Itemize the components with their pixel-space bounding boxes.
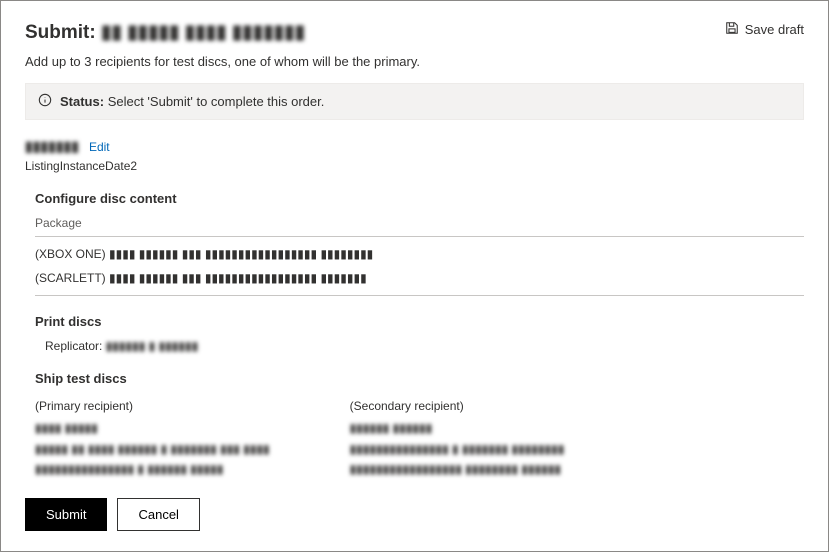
primary-name: ▮▮▮▮ ▮▮▮▮▮	[35, 418, 270, 438]
print-section: Print discs Replicator: ▮▮▮▮▮▮ ▮ ▮▮▮▮▮▮	[35, 314, 804, 353]
secondary-recipient: (Secondary recipient) ▮▮▮▮▮▮ ▮▮▮▮▮▮ ▮▮▮▮…	[350, 396, 565, 480]
divider	[35, 295, 804, 296]
save-draft-label: Save draft	[745, 22, 804, 37]
configure-section: Configure disc content Package (XBOX ONE…	[35, 191, 804, 296]
replicator-label: Replicator:	[45, 339, 102, 353]
primary-recipient: (Primary recipient) ▮▮▮▮ ▮▮▮▮▮ ▮▮▮▮▮ ▮▮ …	[35, 396, 270, 480]
secondary-contact: ▮▮▮▮▮▮▮▮▮▮▮▮▮▮▮▮▮ ▮▮▮▮▮▮▮▮ ▮▮▮▮▮▮	[350, 459, 565, 479]
configure-title: Configure disc content	[35, 191, 804, 206]
ship-section: Ship test discs (Primary recipient) ▮▮▮▮…	[35, 371, 804, 480]
cancel-button[interactable]: Cancel	[117, 498, 199, 531]
package-row: (SCARLETT) ▮▮▮▮ ▮▮▮▮▮▮ ▮▮▮ ▮▮▮▮▮▮▮▮▮▮▮▮▮…	[35, 271, 804, 285]
status-text: Select 'Submit' to complete this order.	[108, 94, 325, 109]
listing-name: ▮▮▮▮▮▮▮	[25, 138, 79, 155]
listing-date: ListingInstanceDate2	[25, 159, 804, 173]
page-subtitle: Add up to 3 recipients for test discs, o…	[25, 54, 804, 69]
status-label: Status:	[60, 94, 104, 109]
primary-address: ▮▮▮▮▮ ▮▮ ▮▮▮▮ ▮▮▮▮▮▮ ▮ ▮▮▮▮▮▮▮ ▮▮▮ ▮▮▮▮	[35, 439, 270, 459]
primary-label: (Primary recipient)	[35, 396, 270, 416]
status-bar: Status: Select 'Submit' to complete this…	[25, 83, 804, 120]
primary-contact: ▮▮▮▮▮▮▮▮▮▮▮▮▮▮▮ ▮ ▮▮▮▮▮▮ ▮▮▮▮▮	[35, 459, 270, 479]
package-column-header: Package	[35, 216, 804, 237]
save-icon	[725, 21, 739, 38]
info-icon	[38, 93, 52, 110]
submit-button[interactable]: Submit	[25, 498, 107, 531]
secondary-name: ▮▮▮▮▮▮ ▮▮▮▮▮▮	[350, 418, 565, 438]
replicator-value: ▮▮▮▮▮▮ ▮ ▮▮▮▮▮▮	[106, 339, 199, 353]
secondary-label: (Secondary recipient)	[350, 396, 565, 416]
edit-link[interactable]: Edit	[89, 140, 110, 154]
ship-title: Ship test discs	[35, 371, 804, 386]
title-obscured: ▮▮ ▮▮▮▮▮ ▮▮▮▮ ▮▮▮▮▮▮▮	[101, 22, 305, 43]
print-title: Print discs	[35, 314, 804, 329]
title-prefix: Submit:	[25, 22, 101, 43]
save-draft-button[interactable]: Save draft	[725, 21, 804, 38]
page-title: Submit: ▮▮ ▮▮▮▮▮ ▮▮▮▮ ▮▮▮▮▮▮▮	[25, 21, 305, 44]
secondary-address: ▮▮▮▮▮▮▮▮▮▮▮▮▮▮▮ ▮ ▮▮▮▮▮▮▮ ▮▮▮▮▮▮▮▮	[350, 439, 565, 459]
package-row: (XBOX ONE) ▮▮▮▮ ▮▮▮▮▮▮ ▮▮▮ ▮▮▮▮▮▮▮▮▮▮▮▮▮…	[35, 247, 804, 261]
